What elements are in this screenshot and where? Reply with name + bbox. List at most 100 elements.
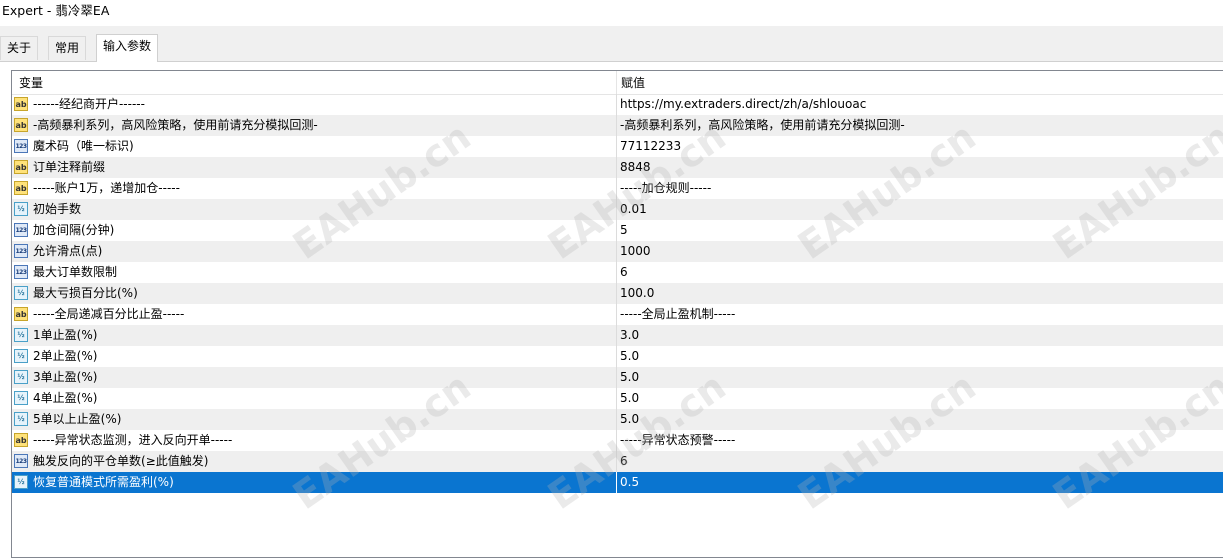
string-param-icon: ab <box>14 160 28 174</box>
param-name: ------经纪商开户------ <box>33 97 145 111</box>
tab-strip: 关于 常用 输入参数 <box>0 26 1223 62</box>
table-row[interactable]: ½ 最大亏损百分比(%) 100.0 <box>12 283 1223 304</box>
integer-param-icon: 123 <box>14 223 28 237</box>
double-param-icon: ½ <box>14 391 28 405</box>
table-row[interactable]: ab -高频暴利系列，高风险策略，使用前请充分模拟回测- -高频暴利系列，高风险策略… <box>12 115 1223 136</box>
param-value[interactable]: -----异常状态预警----- <box>620 430 735 451</box>
param-name: -高频暴利系列，高风险策略，使用前请充分模拟回测- <box>33 118 318 132</box>
column-divider <box>616 325 617 346</box>
param-value[interactable]: https://my.extraders.direct/zh/a/shlouoa… <box>620 94 866 115</box>
param-value[interactable]: 0.5 <box>620 472 639 493</box>
integer-param-icon: 123 <box>14 244 28 258</box>
column-divider <box>616 451 617 472</box>
table-row[interactable]: ½ 4单止盈(%) 5.0 <box>12 388 1223 409</box>
column-divider <box>616 115 617 136</box>
param-name: -----全局递减百分比止盈----- <box>33 307 185 321</box>
param-value[interactable]: 5 <box>620 220 628 241</box>
double-param-icon: ½ <box>14 202 28 216</box>
table-row[interactable]: 123 加仓间隔(分钟) 5 <box>12 220 1223 241</box>
param-value[interactable]: 6 <box>620 451 628 472</box>
param-name: 恢复普通模式所需盈利(%) <box>33 475 174 489</box>
param-value[interactable]: 5.0 <box>620 409 639 430</box>
table-row[interactable]: ½ 5单以上止盈(%) 5.0 <box>12 409 1223 430</box>
double-param-icon: ½ <box>14 370 28 384</box>
header-variable[interactable]: 变量 <box>12 71 615 94</box>
param-name: 5单以上止盈(%) <box>33 412 122 426</box>
integer-param-icon: 123 <box>14 139 28 153</box>
column-divider <box>616 304 617 325</box>
table-row[interactable]: ½ 2单止盈(%) 5.0 <box>12 346 1223 367</box>
column-divider <box>616 199 617 220</box>
column-divider <box>616 262 617 283</box>
param-value[interactable]: -----加仓规则----- <box>620 178 711 199</box>
param-name: 2单止盈(%) <box>33 349 98 363</box>
param-value[interactable]: 77112233 <box>620 136 681 157</box>
table-row[interactable]: ab 订单注释前缀 8848 <box>12 157 1223 178</box>
parameters-table[interactable]: 变量 赋值 ab ------经纪商开户------ https://my.extr… <box>11 70 1223 558</box>
table-row[interactable]: 123 触发反向的平仓单数(≥此值触发) 6 <box>12 451 1223 472</box>
table-row[interactable]: 123 允许滑点(点) 1000 <box>12 241 1223 262</box>
column-divider <box>616 220 617 241</box>
param-value[interactable]: 5.0 <box>620 346 639 367</box>
table-row[interactable]: 123 最大订单数限制 6 <box>12 262 1223 283</box>
param-name: 订单注释前缀 <box>33 160 106 174</box>
column-divider <box>616 94 617 115</box>
param-value[interactable]: 3.0 <box>620 325 639 346</box>
table-row[interactable]: ab ------经纪商开户------ https://my.extraders.… <box>12 94 1223 115</box>
table-row[interactable]: ½ 初始手数 0.01 <box>12 199 1223 220</box>
param-name: 加仓间隔(分钟) <box>33 223 115 237</box>
param-value[interactable]: 0.01 <box>620 199 647 220</box>
param-value[interactable]: -高频暴利系列，高风险策略，使用前请充分模拟回测- <box>620 115 905 136</box>
table-row[interactable]: ab -----账户1万，递增加仓----- -----加仓规则----- <box>12 178 1223 199</box>
double-param-icon: ½ <box>14 412 28 426</box>
column-divider <box>616 409 617 430</box>
table-header: 变量 赋值 <box>12 71 1223 95</box>
window-title: Expert - 翡冷翠EA <box>0 0 1223 26</box>
column-divider <box>616 346 617 367</box>
param-name: 最大亏损百分比(%) <box>33 286 138 300</box>
param-name: 初始手数 <box>33 202 82 216</box>
integer-param-icon: 123 <box>14 454 28 468</box>
param-name: 触发反向的平仓单数(≥此值触发) <box>33 454 209 468</box>
double-param-icon: ½ <box>14 349 28 363</box>
double-param-icon: ½ <box>14 475 28 489</box>
column-divider <box>616 472 617 493</box>
column-divider <box>616 430 617 451</box>
string-param-icon: ab <box>14 433 28 447</box>
param-name: 4单止盈(%) <box>33 391 98 405</box>
table-row[interactable]: ½ 3单止盈(%) 5.0 <box>12 367 1223 388</box>
tab-common[interactable]: 常用 <box>48 36 87 60</box>
param-name: -----账户1万，递增加仓----- <box>33 181 180 195</box>
param-name: 1单止盈(%) <box>33 328 98 342</box>
param-value[interactable]: 5.0 <box>620 367 639 388</box>
double-param-icon: ½ <box>14 286 28 300</box>
param-name: 最大订单数限制 <box>33 265 118 279</box>
tab-about[interactable]: 关于 <box>0 36 39 60</box>
string-param-icon: ab <box>14 307 28 321</box>
inputs-panel: 变量 赋值 ab ------经纪商开户------ https://my.extr… <box>0 61 1223 559</box>
string-param-icon: ab <box>14 97 28 111</box>
param-name: -----异常状态监测，进入反向开单----- <box>33 433 233 447</box>
double-param-icon: ½ <box>14 328 28 342</box>
param-value[interactable]: 100.0 <box>620 283 654 304</box>
column-divider <box>616 367 617 388</box>
table-row[interactable]: ½ 恢复普通模式所需盈利(%) 0.5 <box>12 472 1223 493</box>
string-param-icon: ab <box>14 118 28 132</box>
param-value[interactable]: -----全局止盈机制----- <box>620 304 735 325</box>
table-row[interactable]: ab -----异常状态监测，进入反向开单----- -----异常状态预警----… <box>12 430 1223 451</box>
table-row[interactable]: ½ 1单止盈(%) 3.0 <box>12 325 1223 346</box>
table-row[interactable]: 123 魔术码（唯一标识) 77112233 <box>12 136 1223 157</box>
column-divider <box>616 388 617 409</box>
header-value[interactable]: 赋值 <box>616 71 1221 94</box>
param-name: 3单止盈(%) <box>33 370 98 384</box>
param-value[interactable]: 6 <box>620 262 628 283</box>
param-value[interactable]: 5.0 <box>620 388 639 409</box>
column-divider <box>616 283 617 304</box>
param-name: 魔术码（唯一标识) <box>33 139 134 153</box>
tab-inputs[interactable]: 输入参数 <box>96 34 159 62</box>
string-param-icon: ab <box>14 181 28 195</box>
table-row[interactable]: ab -----全局递减百分比止盈----- -----全局止盈机制----- <box>12 304 1223 325</box>
column-divider <box>616 157 617 178</box>
param-value[interactable]: 8848 <box>620 157 651 178</box>
param-value[interactable]: 1000 <box>620 241 651 262</box>
